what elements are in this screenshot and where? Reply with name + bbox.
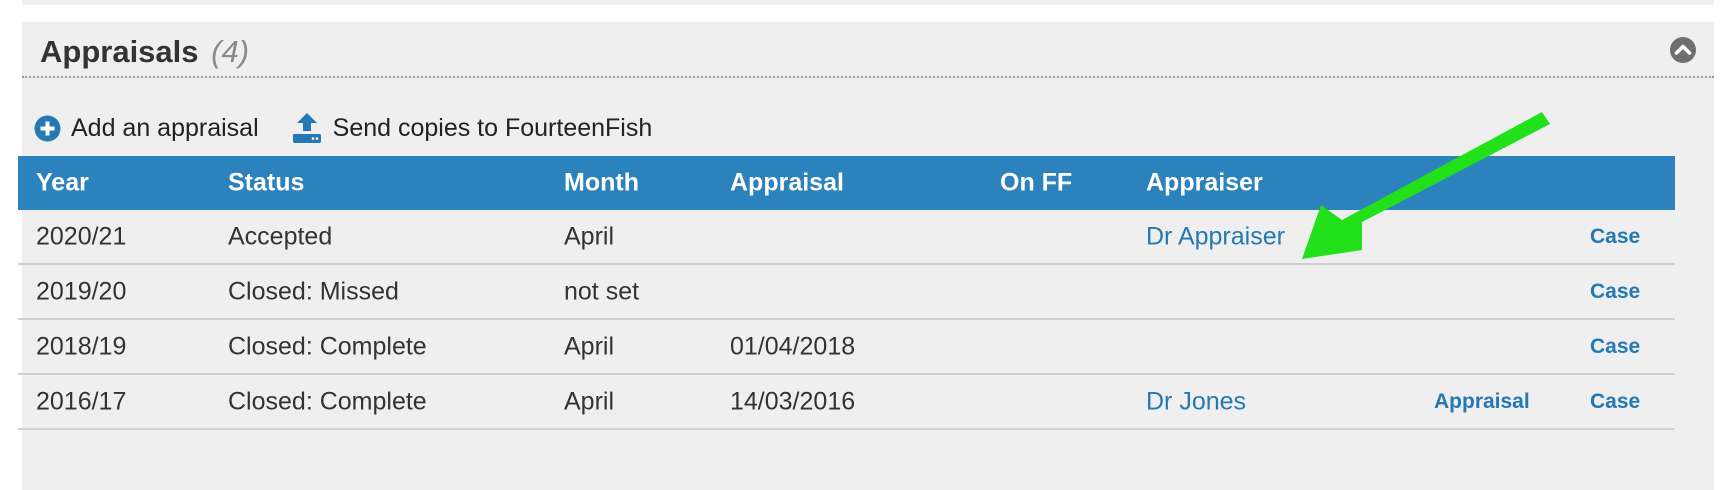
cell-appraisal-date: 14/03/2016 [730, 387, 856, 415]
header-status: Status [228, 168, 305, 197]
cell-month: April [564, 387, 615, 415]
case-link[interactable]: Case [1590, 335, 1640, 359]
cell-year: 2020/21 [36, 222, 127, 250]
cell-year: 2019/20 [36, 277, 127, 305]
case-link[interactable]: Case [1590, 225, 1640, 249]
panel-title-text: Appraisals [40, 34, 199, 69]
cell-month: April [564, 222, 615, 250]
cell-month: April [564, 332, 615, 360]
header-on-ff: On FF [1000, 168, 1073, 197]
add-appraisal-button[interactable]: Add an appraisal [34, 114, 259, 143]
send-copies-label: Send copies to FourteenFish [332, 113, 653, 142]
table-header: Year Status Month Appraisal On FF Apprai… [18, 156, 1675, 210]
cell-year: 2016/17 [36, 387, 127, 415]
upload-icon [292, 113, 321, 143]
table-row: 2020/21 Accepted April Dr Appraiser Case [18, 210, 1675, 265]
collapse-button[interactable] [1669, 36, 1697, 64]
plus-circle-icon [34, 115, 61, 141]
appraisal-link[interactable]: Appraisal [1434, 390, 1530, 414]
send-copies-button[interactable]: Send copies to FourteenFish [291, 112, 653, 144]
panel-actions: Add an appraisal Send copies to Fourteen… [34, 110, 684, 146]
cell-month: not set [564, 277, 640, 305]
header-month: Month [564, 168, 639, 197]
cell-year: 2018/19 [36, 332, 127, 360]
table-row: 2018/19 Closed: Complete April 01/04/201… [18, 320, 1675, 375]
previous-panel-edge [22, 0, 1714, 5]
case-link[interactable]: Case [1590, 390, 1640, 414]
chevron-up-icon [1670, 37, 1696, 63]
cell-status: Closed: Missed [228, 277, 399, 305]
header-appraiser: Appraiser [1146, 168, 1263, 197]
cell-status: Accepted [228, 222, 333, 250]
header-appraisal: Appraisal [730, 168, 844, 197]
appraisals-table: Year Status Month Appraisal On FF Apprai… [18, 156, 1675, 430]
cell-appraisal-date: 01/04/2018 [730, 332, 856, 360]
case-link[interactable]: Case [1590, 280, 1640, 304]
cell-status: Closed: Complete [228, 387, 427, 415]
appraisal-count: (4) [211, 34, 250, 69]
table-row: 2019/20 Closed: Missed not set Case [18, 265, 1675, 320]
cell-status: Closed: Complete [228, 332, 427, 360]
appraiser-link[interactable]: Dr Jones [1146, 387, 1246, 416]
panel-header: Appraisals (4) [22, 22, 1714, 78]
header-year: Year [36, 168, 89, 197]
add-appraisal-label: Add an appraisal [71, 113, 259, 142]
appraiser-link[interactable]: Dr Appraiser [1146, 222, 1285, 251]
table-row: 2016/17 Closed: Complete April 14/03/201… [18, 375, 1675, 430]
panel-title: Appraisals (4) [40, 34, 249, 70]
